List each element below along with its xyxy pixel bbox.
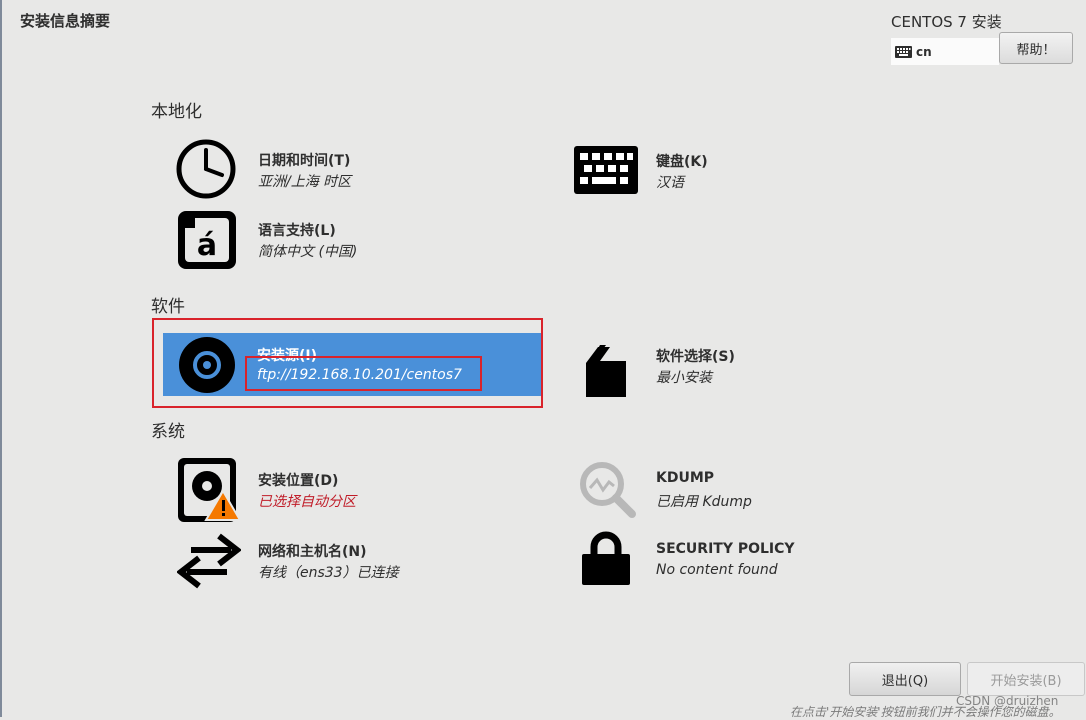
spoke-title: SECURITY POLICY [656,541,795,557]
spoke-network-hostname[interactable]: 网络和主机名(N) 有线（ens33）已连接 [172,530,542,590]
spoke-status: 已启用 Kdump [656,494,752,510]
spoke-software-selection[interactable]: 软件选择(S) 最小安装 [572,340,942,400]
spoke-title: 语言支持(L) [258,223,336,239]
help-button[interactable]: 帮助！ [999,32,1073,64]
keyboard-layout-label: cn [916,44,932,59]
keyboard-small-icon [895,45,912,58]
spoke-status: 汉语 [656,175,684,191]
spoke-keyboard[interactable]: 键盘(K) 汉语 [572,143,942,199]
spoke-title: KDUMP [656,470,715,486]
begin-installation-button[interactable]: 开始安装(B) [967,662,1085,696]
spoke-status: 亚洲/上海 时区 [258,174,352,190]
spoke-title: 安装位置(D) [258,473,339,489]
spoke-status-warning: 已选择自动分区 [258,494,356,510]
spoke-kdump[interactable]: KDUMP 已启用 Kdump [572,458,942,520]
spoke-status: 简体中文 (中国) [258,244,358,260]
spoke-title: 软件选择(S) [656,349,735,365]
section-title-system: 系统 [151,422,185,442]
spoke-status: 最小安装 [656,370,712,386]
watermark: CSDN @druizhen [956,694,1059,708]
spoke-security-policy[interactable]: SECURITY POLICY No content found [572,530,942,588]
clock-icon [176,139,236,199]
network-arrows-icon [177,533,241,589]
annotation-highlight-box-url [245,356,482,391]
spoke-install-destination[interactable]: 安装位置(D) 已选择自动分区 [172,456,542,524]
page-title: 安装信息摘要 [20,12,111,30]
section-title-localization: 本地化 [151,102,202,122]
quit-button[interactable]: 退出(Q) [849,662,961,696]
keyboard-layout-indicator[interactable]: cn [891,38,999,65]
spoke-title: 键盘(K) [656,154,708,170]
spoke-title: 日期和时间(T) [258,153,351,169]
spoke-status: 有线（ens33）已连接 [258,565,399,581]
language-icon: á [178,211,236,269]
harddisk-icon [178,458,242,522]
svg-text:á: á [197,228,217,263]
product-title: CENTOS 7 安装 [891,13,1002,31]
package-icon [586,345,626,397]
spoke-date-time[interactable]: 日期和时间(T) 亚洲/上海 时区 [172,137,542,201]
spoke-status: No content found [656,562,778,578]
section-title-software: 软件 [151,297,185,317]
lock-icon [582,531,630,585]
spoke-title: 网络和主机名(N) [258,544,367,560]
keyboard-icon [574,146,638,194]
kdump-search-icon [580,462,636,518]
spoke-language[interactable]: á 语言支持(L) 简体中文 (中国) [172,208,542,272]
